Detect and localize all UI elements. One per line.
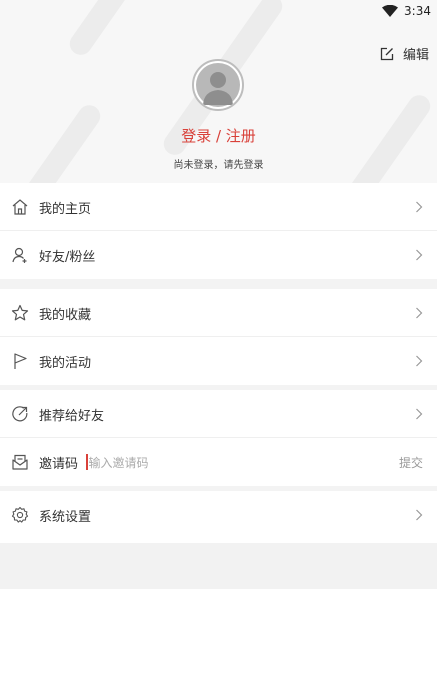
text-caret [86, 454, 88, 470]
menu-item-settings[interactable]: 系统设置 [0, 491, 437, 539]
wifi-icon [382, 5, 399, 17]
menu-label-favorites: 我的收藏 [39, 307, 92, 323]
menu-label-settings: 系统设置 [39, 509, 92, 525]
invite-code-placeholder: 输入邀请码 [88, 455, 149, 470]
menu-label-recommend: 推荐给好友 [39, 408, 105, 424]
invite-mail-icon [10, 452, 30, 472]
invite-code-label: 邀请码 [39, 456, 79, 472]
chevron-right-icon [416, 509, 423, 521]
menu-label-activities: 我的活动 [39, 355, 92, 371]
menu-item-friends[interactable]: 好友/粉丝 [0, 231, 437, 279]
section-divider [0, 279, 437, 289]
status-time: 3:34 [404, 4, 431, 18]
invite-submit-button[interactable]: 提交 [399, 454, 423, 471]
menu-item-favorites[interactable]: 我的收藏 [0, 289, 437, 337]
status-bar: 3:34 [0, 0, 437, 22]
flag-icon [10, 351, 30, 371]
avatar[interactable] [192, 59, 244, 111]
chevron-right-icon [416, 355, 423, 367]
edit-button[interactable]: 编辑 [380, 44, 429, 63]
invite-code-row: 邀请码 输入邀请码 提交 [0, 438, 437, 486]
menu-label-friends: 好友/粉丝 [39, 249, 96, 265]
chevron-right-icon [416, 201, 423, 213]
edit-icon [380, 47, 394, 60]
home-icon [10, 197, 30, 217]
menu-item-recommend[interactable]: 推荐给好友 [0, 390, 437, 438]
invite-code-input[interactable]: 输入邀请码 [78, 454, 399, 471]
menu-item-activities[interactable]: 我的活动 [0, 337, 437, 385]
user-add-icon [10, 245, 30, 265]
star-icon [10, 303, 30, 323]
gear-icon [10, 505, 30, 525]
menu-list: 我的主页 好友/粉丝 我的收藏 我的活动 推荐给好友 邀请码 输入邀请码 提交 … [0, 183, 437, 539]
menu-label-home: 我的主页 [39, 201, 92, 217]
chevron-right-icon [416, 249, 423, 261]
login-hint: 尚未登录，请先登录 [173, 160, 264, 171]
chevron-right-icon [416, 408, 423, 420]
menu-item-home[interactable]: 我的主页 [0, 183, 437, 231]
login-register-link[interactable]: 登录 / 注册 [0, 125, 437, 146]
chevron-right-icon [416, 307, 423, 319]
share-icon [10, 404, 30, 424]
user-avatar-icon [196, 63, 240, 107]
bottom-spacer [0, 543, 437, 589]
edit-label: 编辑 [402, 48, 429, 63]
